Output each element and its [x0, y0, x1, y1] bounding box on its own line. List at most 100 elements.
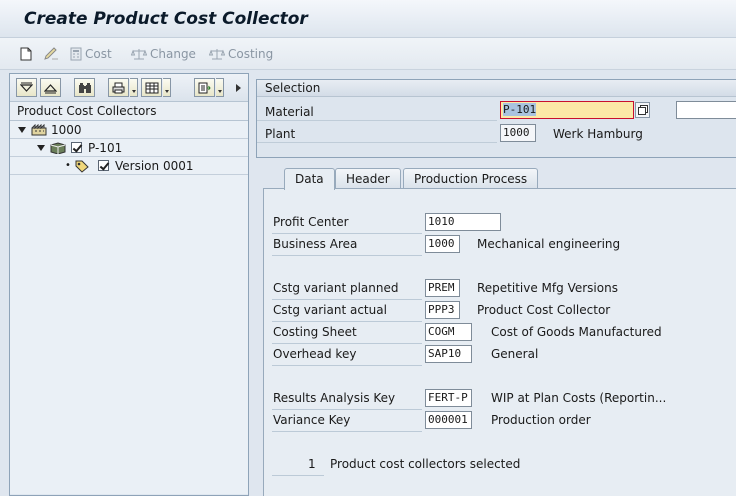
tree-body: 1000 P-101 • Version 0001: [10, 121, 248, 494]
layout-dropdown[interactable]: [163, 78, 171, 97]
row-underline: [272, 475, 324, 476]
overhead-key-description: General: [491, 347, 539, 361]
material-input[interactable]: P-101: [500, 101, 634, 119]
new-document-icon: [20, 47, 32, 61]
binoculars-icon: [78, 82, 91, 93]
cstg-variant-planned-input[interactable]: PREM: [425, 279, 460, 297]
cstg-variant-actual-input[interactable]: PPP3: [425, 301, 460, 319]
row-underline: [272, 365, 422, 366]
change-label: Change: [150, 47, 196, 61]
collapse-all-icon: [44, 83, 57, 93]
find-button[interactable]: [74, 78, 95, 97]
title-bar: Create Product Cost Collector: [0, 0, 736, 38]
costing-button[interactable]: Costing: [209, 45, 273, 63]
overhead-key-label: Overhead key: [273, 347, 357, 361]
expand-all-button[interactable]: [16, 78, 37, 97]
grid-icon: [145, 82, 158, 93]
material-checkbox[interactable]: [71, 142, 82, 153]
scroll-right-icon[interactable]: [236, 84, 241, 92]
results-analysis-key-description: WIP at Plan Costs (Reportin...: [491, 391, 667, 405]
version-icon: [75, 160, 89, 173]
row-underline: [272, 255, 422, 256]
selection-frame: Selection Material P-101 Plant 1000 Werk…: [256, 79, 736, 158]
cstg-variant-actual-description: Product Cost Collector: [477, 303, 611, 317]
triangle-down-icon[interactable]: [18, 127, 26, 133]
row-underline: [272, 343, 422, 344]
export-button[interactable]: [194, 78, 215, 97]
collapse-all-button[interactable]: [40, 78, 61, 97]
plant-input[interactable]: 1000: [500, 124, 536, 142]
variance-key-label: Variance Key: [273, 413, 351, 427]
cost-button[interactable]: Cost: [70, 45, 112, 63]
value-help-icon: [638, 105, 648, 115]
tab-data[interactable]: Data: [284, 168, 335, 190]
edit-button[interactable]: [43, 45, 59, 63]
costing-sheet-input[interactable]: COGM: [425, 323, 472, 341]
profit-center-input[interactable]: 1010: [425, 213, 501, 231]
tree-panel: Product Cost Collectors 1000 P-101 • Ver…: [9, 73, 249, 496]
scale-icon: [131, 49, 147, 60]
row-underline: [272, 233, 422, 234]
row-underline: [272, 299, 422, 300]
business-area-input[interactable]: 1000: [425, 235, 460, 253]
overhead-key-input[interactable]: SAP10: [425, 345, 472, 363]
material-description-field: [676, 101, 736, 119]
selection-title: Selection: [257, 80, 736, 97]
data-tab-pane: Profit Center 1010 Business Area 1000 Me…: [263, 188, 736, 496]
business-area-description: Mechanical engineering: [477, 237, 621, 251]
tree-node-version[interactable]: • Version 0001: [10, 157, 248, 175]
costing-sheet-description: Cost of Goods Manufactured: [491, 325, 662, 339]
print-button[interactable]: [108, 78, 129, 97]
tree-node-label: 1000: [51, 123, 82, 137]
tree-node-plant[interactable]: 1000: [10, 121, 248, 139]
pencil-icon: [44, 47, 58, 60]
tree-node-label: Version 0001: [115, 159, 194, 173]
leaf-bullet: •: [65, 160, 71, 171]
tab-production-process[interactable]: Production Process: [403, 168, 539, 189]
material-label: Material: [265, 105, 314, 119]
selected-count-text: Product cost collectors selected: [330, 457, 521, 471]
layout-button[interactable]: [141, 78, 162, 97]
row-underline: [272, 409, 422, 410]
cstg-variant-actual-label: Cstg variant actual: [273, 303, 387, 317]
variance-key-input[interactable]: 000001: [425, 411, 472, 429]
costing-sheet-label: Costing Sheet: [273, 325, 357, 339]
print-dropdown[interactable]: [130, 78, 138, 97]
material-icon: [50, 142, 66, 154]
change-button[interactable]: Change: [131, 45, 196, 63]
tab-header[interactable]: Header: [335, 168, 401, 189]
material-value: P-101: [503, 103, 537, 116]
results-analysis-key-input[interactable]: FERT-P: [425, 389, 472, 407]
tree-node-material[interactable]: P-101: [10, 139, 248, 157]
variance-key-description: Production order: [491, 413, 591, 427]
profit-center-label: Profit Center: [273, 215, 349, 229]
selected-count-value: 1: [308, 457, 316, 471]
tabstrip: Data Header Production Process Profit Ce…: [263, 168, 736, 496]
printer-icon: [112, 82, 125, 93]
application-toolbar: Cost Change Costing: [0, 38, 736, 70]
business-area-label: Business Area: [273, 237, 358, 251]
cstg-variant-planned-label: Cstg variant planned: [273, 281, 399, 295]
export-list-icon: [198, 82, 211, 93]
plant-icon: [31, 124, 47, 136]
export-dropdown[interactable]: [216, 78, 224, 97]
tree-column-header: Product Cost Collectors: [10, 102, 248, 121]
triangle-down-icon[interactable]: [37, 145, 45, 151]
row-underline: [272, 321, 422, 322]
calculator-icon: [70, 47, 82, 61]
expand-all-icon: [20, 82, 33, 92]
tree-toolbar: [10, 74, 248, 102]
plant-label: Plant: [265, 127, 296, 141]
material-search-help-button[interactable]: [635, 102, 650, 118]
cost-label: Cost: [85, 47, 112, 61]
window-title: Create Product Cost Collector: [24, 9, 308, 29]
new-button[interactable]: [20, 45, 32, 63]
costing-label: Costing: [228, 47, 274, 61]
row-underline: [272, 431, 422, 432]
cstg-variant-planned-description: Repetitive Mfg Versions: [477, 281, 618, 295]
results-analysis-key-label: Results Analysis Key: [273, 391, 396, 405]
scale-icon: [209, 49, 225, 60]
plant-description: Werk Hamburg: [553, 127, 643, 141]
tree-node-label: P-101: [88, 141, 123, 155]
version-checkbox[interactable]: [98, 160, 109, 171]
